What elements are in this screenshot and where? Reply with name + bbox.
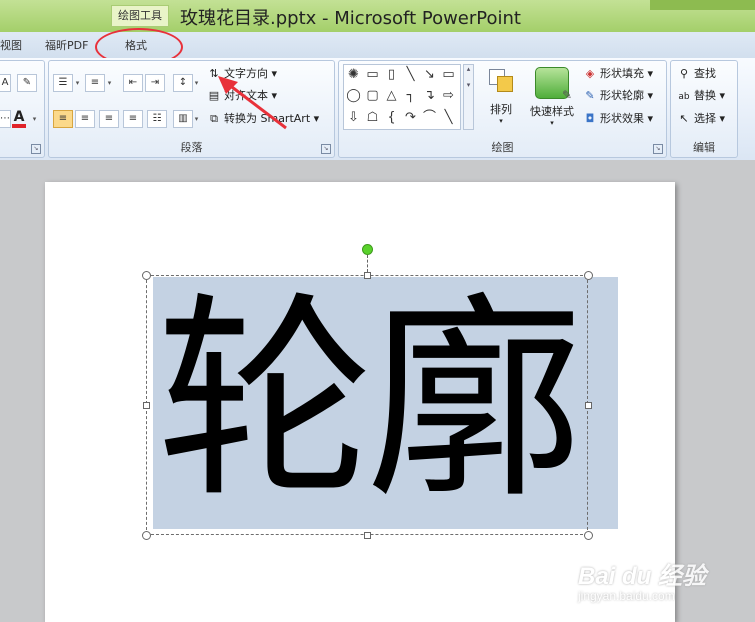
numbering-icon[interactable]: ≡ — [85, 74, 105, 92]
selected-textbox[interactable] — [146, 275, 588, 535]
baidu-watermark: Bai du 经验 jingyan.baidu.com — [578, 556, 728, 616]
editing-group-label: 编辑 — [693, 141, 715, 154]
ribbon-tab-row: 视图 福昕PDF 格式 — [0, 32, 755, 58]
clear-format-icon[interactable]: ✎ — [17, 74, 37, 92]
document-title: 玫瑰花目录.pptx - Microsoft PowerPoint — [180, 8, 521, 29]
arrange-icon — [487, 67, 515, 95]
paragraph-group-label: 段落 — [180, 141, 203, 154]
rotate-handle[interactable] — [362, 244, 373, 255]
editing-group: ⚲ 查找 ab 替换 ▾ ↖ 选择 ▾ 编辑 — [670, 60, 738, 158]
find-button[interactable]: ⚲ 查找 — [677, 65, 716, 81]
resize-handle-top-left[interactable] — [142, 271, 151, 280]
arc-shape-icon[interactable]: ⌒ — [420, 108, 439, 127]
replace-button[interactable]: ab 替换 ▾ — [677, 87, 725, 103]
font-color-dropdown-icon[interactable]: ▾ — [30, 110, 39, 128]
font-group-launcher-icon[interactable]: ↘ — [31, 144, 41, 154]
down-arrow-shape-icon[interactable]: ⇩ — [344, 108, 363, 127]
watermark-url: jingyan.baidu.com — [578, 589, 675, 603]
textbox-shape-icon[interactable]: ▭ — [363, 65, 382, 84]
arrow-line-shape-icon[interactable]: ↘ — [420, 65, 439, 84]
drawing-group-launcher-icon[interactable]: ↘ — [653, 144, 663, 154]
quick-styles-button[interactable]: ✎ 快速样式 ▾ — [527, 67, 577, 127]
line-spacing-icon[interactable]: ↕ — [173, 74, 193, 92]
paint-bucket-icon: ◈ — [585, 67, 595, 80]
resize-handle-left[interactable] — [143, 402, 150, 409]
annotation-arrow — [218, 76, 287, 130]
resize-handle-right[interactable] — [585, 402, 592, 409]
bullets-dropdown-icon[interactable]: ▾ — [73, 74, 82, 92]
binoculars-icon: ⚲ — [679, 67, 689, 80]
tab-format[interactable]: 格式 — [125, 37, 147, 53]
replace-icon: ab — [678, 92, 690, 102]
align-left-icon[interactable]: ≡ — [53, 110, 73, 128]
shape-outline-button[interactable]: ✎ 形状轮廓 ▾ — [583, 87, 653, 103]
cursor-icon: ↖ — [679, 112, 689, 125]
shapes-gallery-scroll[interactable]: ▴ ▾ — [463, 64, 474, 130]
brace-shape-icon[interactable]: { — [382, 108, 401, 127]
drawing-group-label: 绘图 — [491, 141, 514, 154]
drawing-group: ✺ ▭ ▯ ╲ ↘ ▭ ◯ ▢ △ ┐ ↴ ⇨ ⇩ ☖ { ↷ ⌒ ╲ ▴ ▾ 排… — [338, 60, 667, 158]
explosion-shape-icon[interactable]: ✺ — [344, 65, 363, 84]
title-bar: 绘图工具 玫瑰花目录.pptx - Microsoft PowerPoint — [0, 0, 755, 32]
curve-shape-icon[interactable]: ↷ — [401, 108, 420, 127]
line-spacing-dropdown-icon[interactable]: ▾ — [192, 74, 201, 92]
arrange-button[interactable]: 排列 ▾ — [481, 67, 521, 125]
font-color-icon[interactable]: A — [9, 109, 29, 129]
effects-icon: ◘ — [585, 112, 595, 125]
font-group: A ✎ ⋯ A ▾ ↘ — [0, 60, 45, 158]
distributed-icon[interactable]: ☷ — [147, 110, 167, 128]
columns-icon[interactable]: ▥ — [173, 110, 193, 128]
elbow-connector-shape-icon[interactable]: ┐ — [401, 86, 420, 105]
shapes-gallery: ✺ ▭ ▯ ╲ ↘ ▭ ◯ ▢ △ ┐ ↴ ⇨ ⇩ ☖ { ↷ ⌒ ╲ — [343, 64, 461, 130]
freeform-shape-icon[interactable]: ╲ — [439, 108, 458, 127]
quick-styles-icon: ✎ — [535, 67, 572, 102]
drawing-tools-context-label: 绘图工具 — [111, 5, 169, 27]
watermark-logo: Bai du 经验 — [578, 563, 707, 590]
ribbon: A ✎ ⋯ A ▾ ↘ ☰ ▾ ≡ ▾ ⇤ ⇥ ↕ ▾ ≡ ≡ ≡ ≡ ☷ ▥ … — [0, 58, 755, 161]
align-center-icon[interactable]: ≡ — [75, 110, 95, 128]
resize-handle-top-right[interactable] — [584, 271, 593, 280]
resize-handle-bottom[interactable] — [364, 532, 371, 539]
rectangle-shape-icon[interactable]: ▭ — [439, 65, 458, 84]
resize-handle-top[interactable] — [364, 272, 371, 279]
resize-handle-bottom-right[interactable] — [584, 531, 593, 540]
increase-indent-icon[interactable]: ⇥ — [145, 74, 165, 92]
tab-foxit-pdf[interactable]: 福昕PDF — [45, 37, 88, 53]
callout-shape-icon[interactable]: ☖ — [363, 108, 382, 127]
oval-shape-icon[interactable]: ◯ — [344, 86, 363, 105]
elbow-arrow-shape-icon[interactable]: ↴ — [420, 86, 439, 105]
bullets-icon[interactable]: ☰ — [53, 74, 73, 92]
decrease-indent-icon[interactable]: ⇤ — [123, 74, 143, 92]
paragraph-group-launcher-icon[interactable]: ↘ — [321, 144, 331, 154]
rounded-rect-shape-icon[interactable]: ▢ — [363, 86, 382, 105]
select-button[interactable]: ↖ 选择 ▾ — [677, 110, 725, 126]
title-bar-edge — [650, 0, 755, 10]
columns-dropdown-icon[interactable]: ▾ — [192, 110, 201, 128]
justify-icon[interactable]: ≡ — [123, 110, 143, 128]
rotate-line — [367, 255, 368, 272]
line-shape-icon[interactable]: ╲ — [401, 65, 420, 84]
pen-outline-icon: ✎ — [585, 89, 595, 102]
shape-effects-button[interactable]: ◘ 形状效果 ▾ — [583, 110, 653, 126]
right-arrow-shape-icon[interactable]: ⇨ — [439, 86, 458, 105]
align-right-icon[interactable]: ≡ — [99, 110, 119, 128]
shape-fill-button[interactable]: ◈ 形状填充 ▾ — [583, 65, 653, 81]
vertical-textbox-shape-icon[interactable]: ▯ — [382, 65, 401, 84]
tab-view[interactable]: 视图 — [0, 37, 22, 53]
font-size-icon[interactable]: A — [0, 74, 11, 92]
resize-handle-bottom-left[interactable] — [142, 531, 151, 540]
triangle-shape-icon[interactable]: △ — [382, 86, 401, 105]
numbering-dropdown-icon[interactable]: ▾ — [105, 74, 114, 92]
